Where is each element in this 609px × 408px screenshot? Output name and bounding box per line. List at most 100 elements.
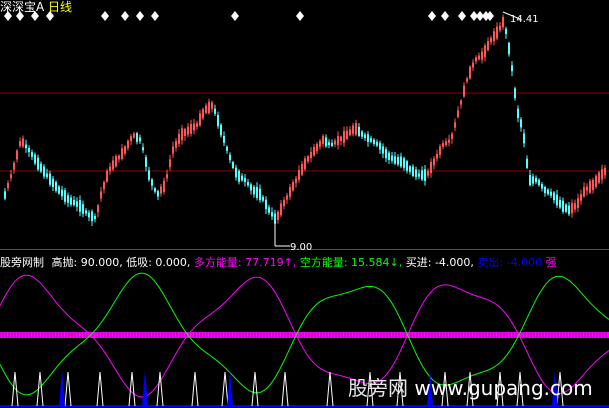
- candle-body: [589, 180, 591, 193]
- candle-body: [277, 211, 279, 220]
- candle-body: [463, 85, 465, 97]
- candle-body: [22, 138, 24, 147]
- candle-body: [130, 136, 132, 142]
- candle-body: [238, 170, 240, 182]
- candle-body: [418, 173, 420, 177]
- candle-body: [475, 57, 477, 62]
- candle-body: [574, 203, 576, 210]
- candle-body: [490, 37, 492, 43]
- candle-body: [220, 124, 222, 136]
- spike-marker: [251, 371, 259, 407]
- candle-body: [259, 188, 261, 201]
- candle-body: [172, 146, 174, 154]
- bear-energy-label: 空方能量:: [299, 256, 348, 269]
- candle-body: [115, 156, 117, 167]
- candle-body: [241, 175, 243, 181]
- candle-body: [583, 187, 585, 197]
- watermark: 股旁网 www.gupang.com: [348, 372, 593, 401]
- candle-body: [175, 141, 177, 148]
- candle-body: [346, 130, 348, 139]
- candle-body: [70, 197, 72, 205]
- candle-body: [154, 188, 156, 192]
- candle-body: [250, 184, 252, 191]
- candle-body: [313, 147, 315, 156]
- candle-body: [478, 55, 480, 60]
- candle-body: [268, 207, 270, 213]
- spike-marker: [326, 371, 334, 407]
- candle-body: [292, 182, 294, 191]
- candle-body: [178, 133, 180, 144]
- bull-energy-label: 多方能量:: [193, 256, 242, 269]
- candle-body: [556, 194, 558, 206]
- candle-body: [481, 51, 483, 60]
- signal-diamond-icon: [458, 11, 466, 21]
- period-label: 日线: [48, 0, 73, 14]
- candle-body: [508, 42, 510, 55]
- candle-body: [211, 102, 213, 109]
- candle-body: [82, 204, 84, 214]
- candle-body: [541, 184, 543, 189]
- candle-body: [202, 109, 204, 119]
- candle-body: [316, 143, 318, 152]
- sell-label: 卖出:: [477, 256, 504, 269]
- candle-body: [16, 150, 18, 160]
- sell-spike-marker: [59, 370, 65, 406]
- candle-body: [367, 134, 369, 142]
- candle-body: [394, 156, 396, 164]
- candle-body: [499, 25, 501, 31]
- candle-body: [442, 143, 444, 147]
- bear-energy-value: 15.584↓,: [351, 256, 403, 269]
- candle-body: [448, 139, 450, 143]
- candle-body: [184, 129, 186, 136]
- candle-body: [430, 161, 432, 174]
- indicator-header: 股旁网制 高抛: 90.000, 低吸: 0.000, 多方能量: 77.719…: [0, 256, 557, 269]
- sell-value: -4.000: [506, 256, 543, 269]
- candle-body: [388, 152, 390, 160]
- candle-body: [160, 186, 162, 194]
- candle-body: [415, 169, 417, 177]
- high-throw-value: 高抛: 90.000,: [51, 256, 123, 269]
- candle-body: [298, 170, 300, 180]
- signal-diamond-icon: [428, 11, 436, 21]
- candle-body: [31, 152, 33, 157]
- indicator-name: 股旁网制: [0, 256, 44, 269]
- candle-body: [529, 175, 531, 186]
- chart-title: 深深宝A 日线: [0, 0, 72, 14]
- candle-body: [196, 123, 198, 127]
- candle-body: [496, 26, 498, 39]
- candle-body: [208, 101, 210, 114]
- candle-body: [472, 62, 474, 68]
- candle-body: [118, 155, 120, 160]
- candle-body: [586, 186, 588, 191]
- candle-body: [451, 133, 453, 139]
- price-chart: [0, 11, 609, 250]
- low-price-label: 9.00: [290, 242, 313, 253]
- candle-body: [13, 162, 15, 170]
- candle-body: [328, 142, 330, 146]
- candle-body: [304, 158, 306, 170]
- low-buy-value: 低吸: 0.000,: [126, 256, 191, 269]
- candle-body: [334, 140, 336, 145]
- candle-body: [349, 129, 351, 136]
- candle-body: [355, 123, 357, 135]
- candle-body: [136, 133, 138, 142]
- candle-body: [331, 142, 333, 146]
- candle-body: [91, 211, 93, 222]
- candle-body: [406, 161, 408, 171]
- candle-body: [403, 158, 405, 168]
- signal-diamond-icon: [441, 11, 449, 21]
- candle-body: [433, 158, 435, 166]
- candle-body: [190, 123, 192, 134]
- candle-body: [217, 115, 219, 127]
- candle-body: [295, 178, 297, 183]
- candle-body: [544, 187, 546, 194]
- candle-body: [262, 196, 264, 201]
- candle-body: [322, 135, 324, 144]
- candle-body: [58, 186, 60, 194]
- candle-body: [376, 141, 378, 146]
- candle-body: [604, 168, 606, 176]
- candle-body: [571, 203, 573, 214]
- candle-body: [40, 163, 42, 172]
- candle-body: [163, 180, 165, 192]
- price-chart-panel[interactable]: 深深宝A 日线 14.41 9.00: [0, 0, 609, 253]
